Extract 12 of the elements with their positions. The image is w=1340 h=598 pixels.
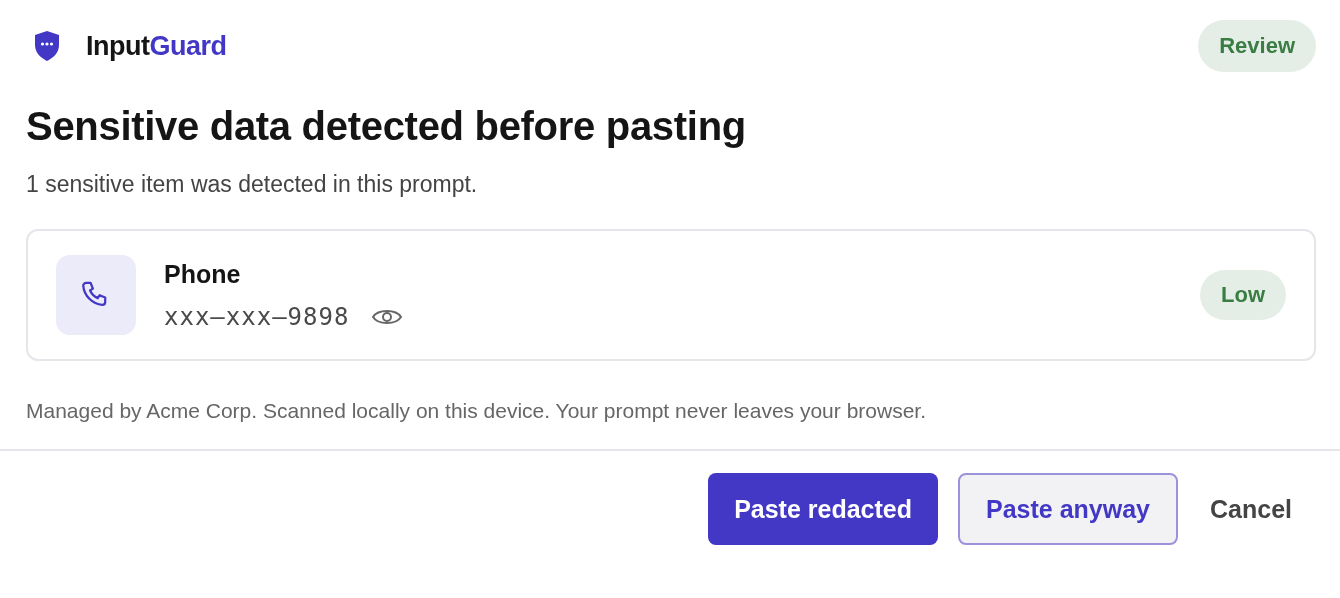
app-name: InputGuard xyxy=(86,30,227,62)
severity-badge: Low xyxy=(1200,270,1286,320)
paste-button[interactable]: Paste redacted xyxy=(708,473,938,545)
paste-button[interactable]: Paste anyway xyxy=(958,473,1178,545)
item-label: Phone xyxy=(164,259,242,289)
dialog-subtitle: 1 sensitive item was detected in this prompt. xyxy=(26,171,479,198)
dialog-title: Sensitive data detected before pasting xyxy=(26,104,747,149)
shield-icon xyxy=(34,30,60,62)
footer-note: Managed by Acme Corp. Scanned locally on this device. Your prompt never leaves your browser. xyxy=(26,399,927,423)
cancel-button[interactable]: Cancel xyxy=(1198,473,1304,545)
status-badge: Review xyxy=(1198,20,1316,72)
masked-value: xxx–xxx–9898 xyxy=(164,302,350,331)
